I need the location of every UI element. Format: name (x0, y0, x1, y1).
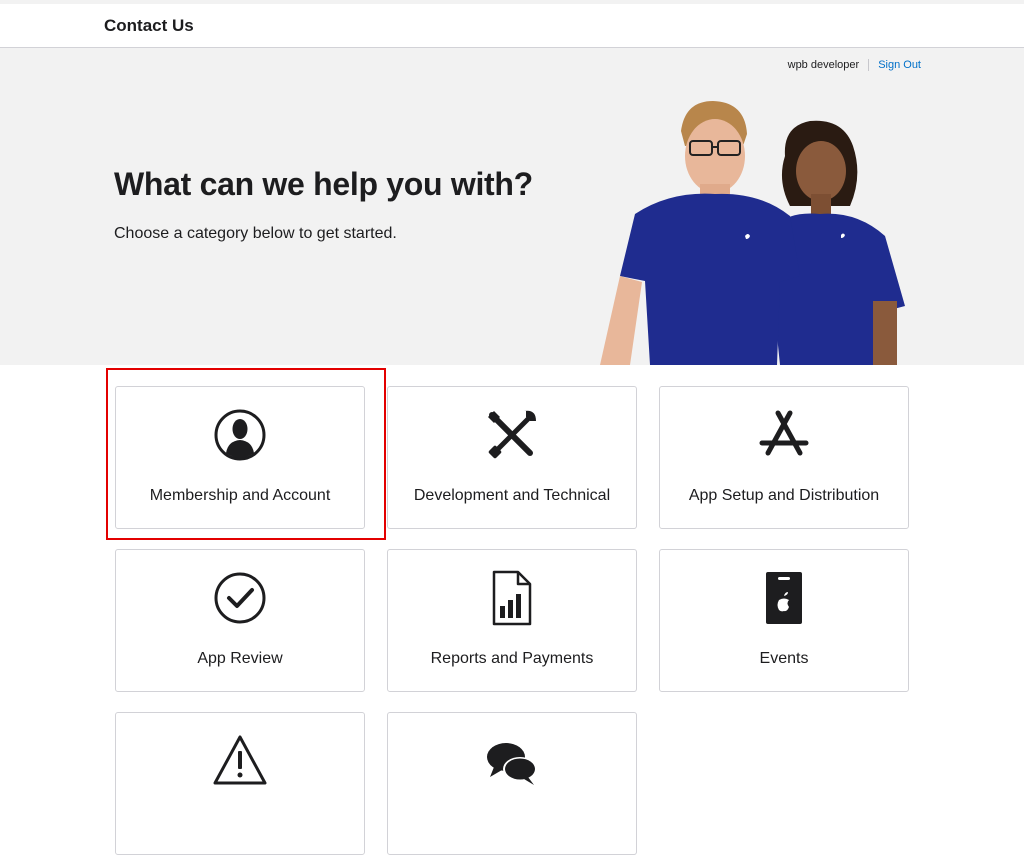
category-reports-payments[interactable]: Reports and Payments (387, 549, 637, 692)
tools-icon (488, 410, 536, 459)
divider (868, 59, 870, 71)
hero-banner: wpb developer Sign Out What can we help … (0, 48, 1024, 365)
man-figure (600, 101, 800, 365)
category-label: Membership and Account (149, 487, 331, 504)
category-app-setup-distribution[interactable]: App Setup and Distribution (659, 386, 909, 529)
category-label: Events (759, 650, 809, 667)
page-title: Contact Us (104, 16, 194, 35)
chat-bubbles-icon (487, 743, 537, 785)
app-store-icon (759, 410, 809, 456)
hero-subheading: Choose a category below to get started. (114, 225, 397, 242)
event-badge-icon (766, 572, 802, 624)
category-app-review[interactable]: App Review (115, 549, 365, 692)
category-label: Development and Technical (413, 487, 611, 504)
category-development-technical[interactable]: Development and Technical (387, 386, 637, 529)
user-name: wpb developer (787, 59, 860, 71)
staff-photo (600, 101, 905, 365)
person-icon (214, 409, 266, 461)
category-events[interactable]: Events (659, 549, 909, 692)
category-label: App Review (197, 650, 283, 667)
report-document-icon (492, 570, 532, 626)
category-label: Reports and Payments (430, 650, 594, 667)
hero-heading: What can we help you with? (114, 166, 533, 202)
sign-out-link[interactable]: Sign Out (878, 59, 921, 71)
account-bar: wpb developer Sign Out (788, 59, 921, 71)
category-membership-account[interactable]: Membership and Account (115, 386, 365, 529)
category-tile-warning[interactable] (115, 712, 365, 855)
checkmark-circle-icon (214, 572, 266, 624)
warning-icon (213, 735, 267, 785)
top-bar: Contact Us (0, 0, 1024, 48)
category-tile-chat[interactable] (387, 712, 637, 855)
category-label: App Setup and Distribution (688, 487, 880, 504)
